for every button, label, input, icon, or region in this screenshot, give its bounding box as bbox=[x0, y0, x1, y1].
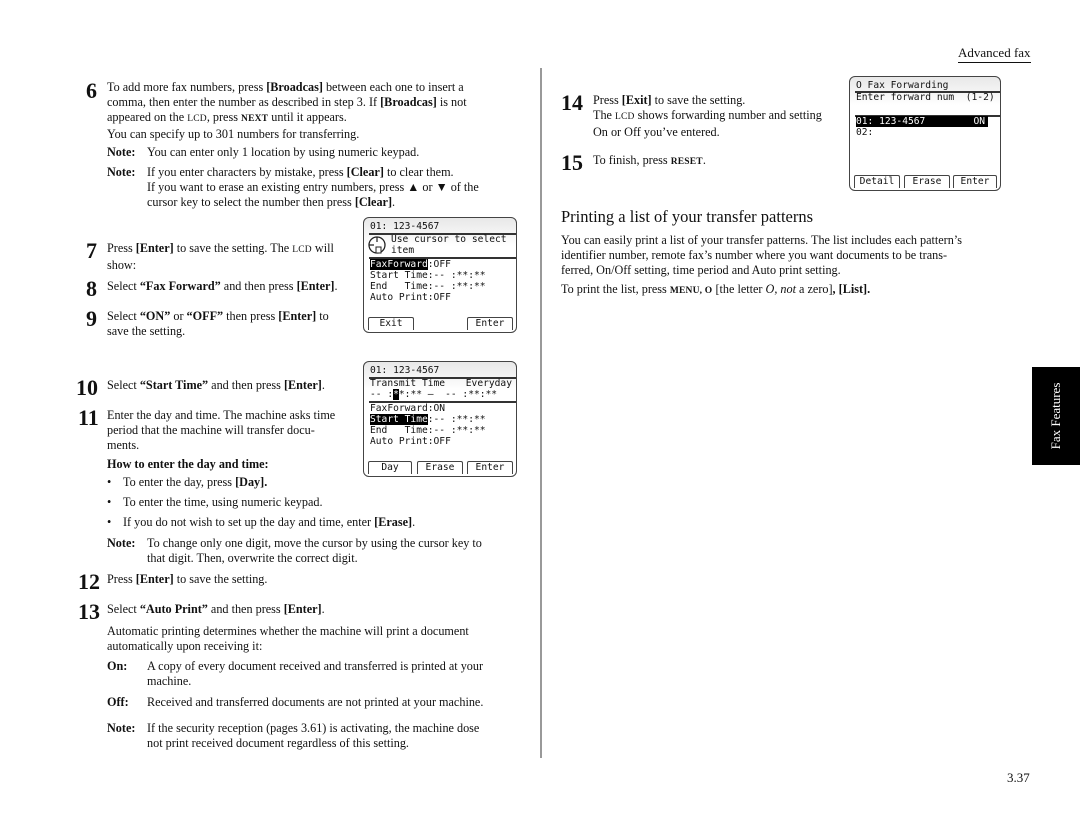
lcd-start-time-row[interactable]: Start Time:-- :**:** bbox=[370, 414, 512, 425]
lcd-auto-print-row[interactable]: Auto Print:OFF bbox=[370, 292, 512, 303]
step-9-text: Select “ON” or “OFF” then press [Enter] … bbox=[107, 309, 329, 338]
step-6-note-1: Note: You can enter only 1 location by us… bbox=[107, 145, 420, 159]
step-number-13: 13 bbox=[78, 599, 100, 624]
lcd-auto-print-row[interactable]: Auto Print:OFF bbox=[370, 436, 512, 447]
lcd-end-time-row[interactable]: End Time:-- :**:** bbox=[370, 281, 512, 292]
section-title: Printing a list of your transfer pattern… bbox=[561, 207, 814, 226]
lcd-detail-button[interactable]: Detail bbox=[854, 175, 900, 188]
lcd-transmit-time-row: Transmit Time Everyday bbox=[370, 378, 512, 389]
step-number-12: 12 bbox=[78, 569, 100, 594]
step-number-8: 8 bbox=[86, 276, 97, 301]
auto-print-off-definition: Off: Received and transferred documents a… bbox=[107, 695, 484, 709]
lcd-enter-button[interactable]: Enter bbox=[953, 175, 997, 188]
lcd-title: O Fax Forwarding bbox=[856, 80, 949, 91]
column-divider bbox=[540, 68, 542, 758]
step-12-text: Press [Enter] to save the setting. bbox=[107, 572, 268, 586]
bullet-item: • To enter the day, press [Day]. bbox=[107, 475, 268, 489]
step-10-text: Select “Start Time” and then press [Ente… bbox=[107, 378, 325, 392]
lcd-hint-line-2: item bbox=[391, 245, 415, 256]
lcd-forward-entry-2[interactable]: 02: bbox=[856, 127, 996, 138]
lcd-screen-fax-forwarding-list: O Fax Forwarding Enter forward num (1-2)… bbox=[849, 76, 1001, 191]
step-11-note: Note: To change only one digit, move the … bbox=[107, 536, 482, 565]
print-list-description: You can easily print a list of your tran… bbox=[561, 233, 962, 277]
lcd-enter-button[interactable]: Enter bbox=[467, 461, 513, 474]
lcd-prompt: Enter forward num (1-2) bbox=[856, 92, 995, 103]
print-list-instruction: To print the list, press MENU, O [the le… bbox=[561, 282, 871, 296]
step-15-text: To finish, press RESET. bbox=[593, 153, 706, 167]
cursor-key-icon bbox=[368, 236, 386, 254]
lcd-time-range-row[interactable]: -- :**:** – -- :**:** bbox=[370, 389, 512, 400]
step-number-11: 11 bbox=[78, 405, 99, 430]
lcd-erase-button[interactable]: Erase bbox=[904, 175, 950, 188]
lcd-screen-fax-forward-off: 01: 123-4567 Use cursor to select item F… bbox=[363, 217, 517, 333]
lcd-erase-button[interactable]: Erase bbox=[417, 461, 463, 474]
bullet-item: • If you do not wish to set up the day an… bbox=[107, 515, 416, 529]
chapter-tab: Fax Features bbox=[1032, 367, 1080, 465]
step-number-14: 14 bbox=[561, 90, 583, 115]
lcd-day-button[interactable]: Day bbox=[368, 461, 412, 474]
step-7-text: Press [Enter] to save the setting. The L… bbox=[107, 241, 334, 272]
lcd-screen-transmit-time: 01: 123-4567 Transmit Time Everyday -- :*… bbox=[363, 361, 517, 477]
page-number: 3.37 bbox=[1007, 770, 1030, 785]
step-8-text: Select “Fax Forward” and then press [Ent… bbox=[107, 279, 338, 293]
lcd-fax-forward-row[interactable]: FaxForward:OFF bbox=[370, 259, 512, 270]
lcd-entry-line: 01: 123-4567 bbox=[370, 365, 440, 376]
section-header: Advanced fax bbox=[958, 45, 1031, 63]
step-14-text: Press [Exit] to save the setting. The LC… bbox=[593, 93, 822, 139]
step-11-bullet-list: • To enter the day, press [Day]. • To ente… bbox=[107, 475, 527, 535]
lcd-entry-line: 01: 123-4567 bbox=[370, 221, 440, 232]
lcd-start-time-row[interactable]: Start Time:-- :**:** bbox=[370, 270, 512, 281]
bullet-item: • To enter the time, using numeric keypad… bbox=[107, 495, 323, 509]
step-11-text: Enter the day and time. The machine asks… bbox=[107, 408, 336, 452]
lcd-fax-forward-row[interactable]: FaxForward:ON bbox=[370, 403, 512, 414]
auto-print-description: Automatic printing determines whether th… bbox=[107, 624, 469, 653]
step-6-text: To add more fax numbers, press [Broadcas… bbox=[107, 80, 467, 141]
lcd-exit-button[interactable]: Exit bbox=[368, 317, 414, 330]
step-13-text: Select “Auto Print” and then press [Ente… bbox=[107, 602, 325, 616]
step-6-note-2: Note: If you enter characters by mistake,… bbox=[107, 165, 479, 209]
step-11-subheading: How to enter the day and time: bbox=[107, 457, 269, 471]
step-number-6: 6 bbox=[86, 78, 97, 103]
lcd-forward-entry-1[interactable]: 01: 123-4567 ON bbox=[856, 116, 988, 127]
step-number-7: 7 bbox=[86, 238, 97, 263]
step-number-10: 10 bbox=[76, 375, 98, 400]
step-number-9: 9 bbox=[86, 306, 97, 331]
step-13-note: Note: If the security reception (pages 3.… bbox=[107, 721, 480, 750]
lcd-end-time-row[interactable]: End Time:-- :**:** bbox=[370, 425, 512, 436]
step-number-15: 15 bbox=[561, 150, 583, 175]
lcd-hint-line-1: Use cursor to select bbox=[391, 234, 507, 245]
chapter-tab-label: Fax Features bbox=[1048, 382, 1063, 450]
auto-print-on-definition: On: A copy of every document received and… bbox=[107, 659, 484, 688]
lcd-enter-button[interactable]: Enter bbox=[467, 317, 513, 330]
